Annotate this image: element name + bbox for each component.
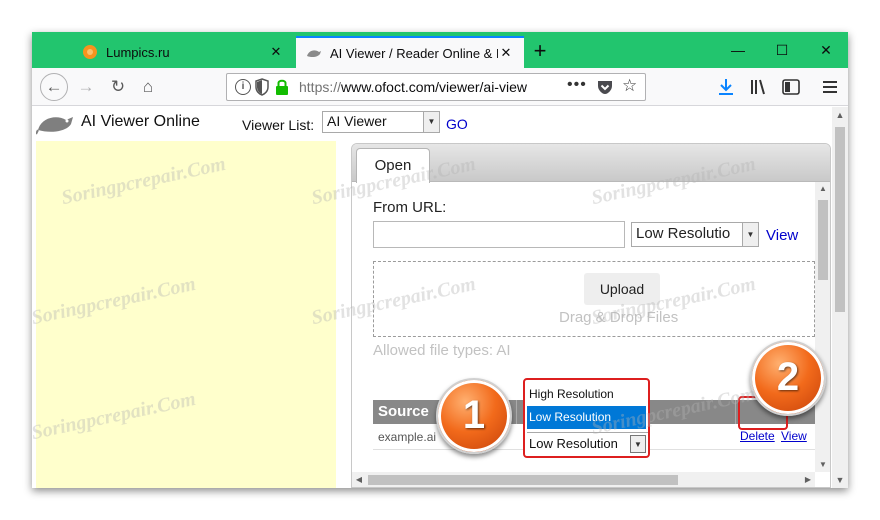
lock-icon[interactable] (275, 78, 289, 96)
web-page: AI Viewer Online Viewer List: AI Viewer … (32, 107, 832, 488)
column-divider (735, 400, 736, 424)
option-high-resolution[interactable]: High Resolution (527, 383, 646, 406)
close-tab-icon[interactable]: ✕ (268, 44, 284, 60)
source-column-header: Source (378, 403, 429, 420)
bookmark-star-icon[interactable]: ☆ (622, 76, 637, 96)
tool-tab-bar: Open (352, 144, 830, 183)
chevron-down-icon[interactable]: ▼ (423, 112, 439, 132)
view-file-link[interactable]: View (781, 429, 807, 443)
maximize-icon[interactable]: ☐ (772, 40, 792, 60)
option-low-resolution[interactable]: Low Resolution (527, 406, 646, 429)
drop-zone[interactable]: Upload Drag & Drop Files (373, 261, 815, 337)
resolution-select[interactable]: Low Resolutio ▼ (631, 222, 759, 247)
scroll-left-icon[interactable]: ◀ (352, 472, 366, 487)
scroll-up-icon[interactable]: ▲ (815, 182, 830, 196)
viewer-list-value: AI Viewer (327, 113, 387, 129)
from-url-label: From URL: (373, 199, 447, 216)
delete-link[interactable]: Delete (740, 429, 775, 443)
new-tab-button[interactable]: + (526, 38, 554, 66)
scroll-thumb[interactable] (368, 475, 678, 485)
url-text[interactable]: https://www.ofoct.com/viewer/ai-view (299, 79, 539, 95)
orange-circle-favicon-icon (83, 45, 97, 59)
tab-ai-viewer[interactable]: AI Viewer / Reader Online & Fre ✕ (296, 36, 524, 68)
open-tool-box: Open From URL: Low Resolutio ▼ View Uplo… (351, 143, 831, 488)
scroll-right-icon[interactable]: ▶ (801, 472, 815, 487)
resolution-value: Low Resolutio (636, 225, 731, 242)
page-vertical-scrollbar[interactable]: ▲ ▼ (832, 107, 848, 488)
tab-label: AI Viewer / Reader Online & Fre (330, 45, 498, 61)
close-tab-icon[interactable]: ✕ (498, 45, 514, 61)
navigation-toolbar: ← → ↻ ⌂ i https://www.ofoct.com/viewer/a… (32, 68, 848, 106)
viewer-list-label: Viewer List: (242, 117, 315, 133)
go-link[interactable]: GO (446, 116, 468, 132)
tab-strip: Lumpics.ru ✕ AI Viewer / Reader Online &… (32, 32, 848, 68)
preview-panel (36, 141, 336, 488)
tab-open[interactable]: Open (356, 148, 430, 183)
reload-icon[interactable]: ↻ (106, 75, 130, 99)
sidebar-icon[interactable] (782, 78, 800, 96)
inner-vertical-scrollbar[interactable]: ▲ ▼ (815, 182, 830, 472)
tab-label: Lumpics.ru (106, 44, 170, 60)
shield-icon[interactable] (255, 78, 269, 96)
resolution-dropdown[interactable]: High Resolution Low Resolution Low Resol… (523, 378, 650, 458)
viewer-list-select[interactable]: AI Viewer ▼ (322, 111, 440, 133)
step-1-marker: 1 (436, 378, 512, 454)
download-icon[interactable] (718, 78, 734, 96)
resolution-current-value: Low Resolution (529, 436, 618, 451)
url-input[interactable] (373, 221, 625, 248)
inner-horizontal-scrollbar[interactable]: ◀ ▶ (352, 472, 815, 487)
library-icon[interactable] (750, 78, 768, 96)
rodent-logo-icon[interactable] (36, 110, 76, 136)
scroll-up-icon[interactable]: ▲ (832, 107, 848, 123)
chevron-down-icon[interactable]: ▼ (742, 223, 758, 246)
scroll-thumb[interactable] (818, 200, 828, 280)
rodent-favicon-icon (307, 50, 321, 58)
page-actions-icon[interactable]: ••• (567, 76, 587, 94)
chevron-down-icon[interactable]: ▼ (630, 435, 646, 453)
minimize-icon[interactable]: — (728, 40, 748, 60)
home-icon[interactable]: ⌂ (136, 75, 160, 99)
forward-icon[interactable]: → (74, 75, 98, 99)
pocket-icon[interactable] (597, 79, 613, 95)
step-2-marker: 2 (750, 340, 826, 416)
site-header: AI Viewer Online Viewer List: AI Viewer … (32, 107, 832, 137)
upload-button[interactable]: Upload (584, 273, 660, 305)
url-rest: www.ofoct.com/viewer/ai-view (341, 79, 527, 95)
column-divider (516, 400, 517, 424)
scroll-thumb[interactable] (835, 127, 845, 312)
tab-lumpics[interactable]: Lumpics.ru ✕ (72, 36, 294, 68)
menu-icon[interactable] (822, 79, 838, 95)
close-window-icon[interactable]: ✕ (816, 40, 836, 60)
allowed-file-types: Allowed file types: AI (373, 342, 511, 359)
drop-hint: Drag & Drop Files (559, 309, 679, 326)
scroll-down-icon[interactable]: ▼ (815, 458, 830, 472)
back-icon[interactable]: ← (40, 73, 68, 101)
resolution-current[interactable]: Low Resolution ▼ (527, 432, 648, 454)
file-name-cell: example.ai (378, 430, 437, 444)
url-protocol: https:// (299, 79, 342, 95)
view-url-link[interactable]: View (766, 227, 798, 244)
scroll-down-icon[interactable]: ▼ (832, 472, 848, 488)
site-title[interactable]: AI Viewer Online (81, 113, 200, 131)
info-icon[interactable]: i (235, 79, 251, 95)
address-bar[interactable]: i https://www.ofoct.com/viewer/ai-view •… (226, 73, 646, 101)
